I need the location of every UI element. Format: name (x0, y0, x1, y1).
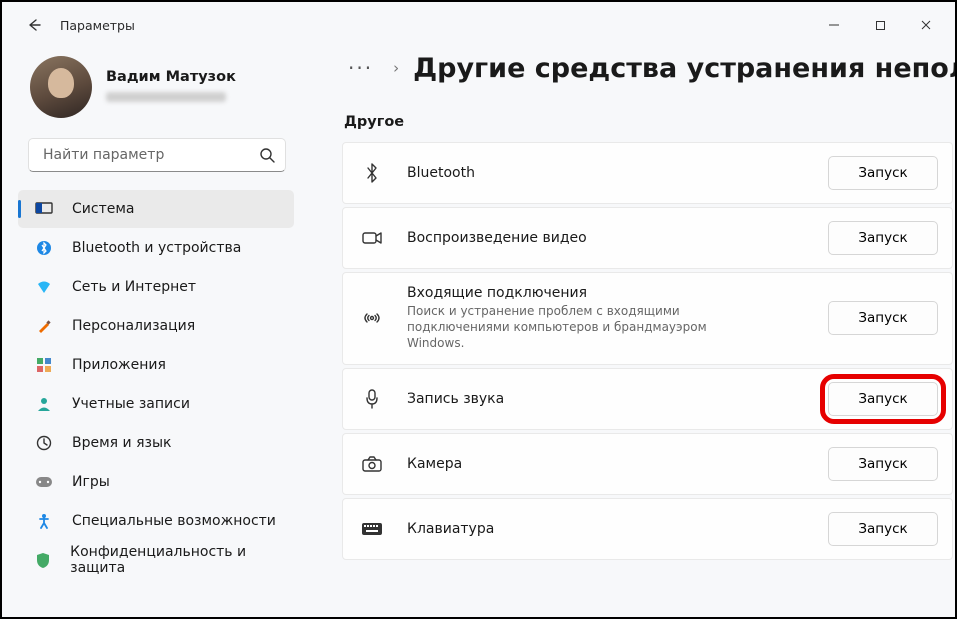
run-button[interactable]: Запуск (828, 221, 938, 255)
privacy-icon (34, 550, 52, 570)
sidebar-item-bluetooth[interactable]: Bluetooth и устройства (18, 229, 294, 267)
close-icon (920, 19, 932, 31)
sidebar: Вадим Матузок Система Bluetooth и устрой… (2, 48, 312, 617)
titlebar: Параметры (2, 2, 955, 48)
sidebar-item-accessibility[interactable]: Специальные возможности (18, 502, 294, 540)
card-title: Входящие подключения (407, 285, 828, 301)
gaming-icon (34, 472, 54, 492)
search-input[interactable] (41, 146, 259, 164)
maximize-icon (875, 20, 886, 31)
sidebar-item-apps[interactable]: Приложения (18, 346, 294, 384)
camera-icon (359, 456, 385, 472)
sidebar-item-gaming[interactable]: Игры (18, 463, 294, 501)
system-icon (34, 199, 54, 219)
sidebar-item-label: Персонализация (72, 318, 195, 334)
apps-icon (34, 355, 54, 375)
sidebar-item-label: Конфиденциальность и защита (70, 544, 284, 576)
run-button[interactable]: Запуск (828, 301, 938, 335)
troubleshooter-incoming-connections: Входящие подключения Поиск и устранение … (342, 272, 953, 365)
sidebar-item-label: Система (72, 201, 134, 217)
page-title: Другие средства устранения неполадок (413, 53, 955, 84)
video-icon (359, 231, 385, 245)
card-title: Клавиатура (407, 521, 828, 537)
run-button[interactable]: Запуск (828, 512, 938, 546)
minimize-button[interactable] (811, 5, 857, 45)
sidebar-item-system[interactable]: Система (18, 190, 294, 228)
app-title: Параметры (60, 18, 135, 33)
sidebar-item-accounts[interactable]: Учетные записи (18, 385, 294, 423)
sidebar-item-label: Время и язык (72, 435, 171, 451)
card-description: Поиск и устранение проблем с входящими п… (407, 303, 767, 352)
breadcrumb: ··· › Другие средства устранения неполад… (342, 52, 955, 84)
maximize-button[interactable] (857, 5, 903, 45)
avatar (30, 56, 92, 118)
keyboard-icon (359, 522, 385, 536)
microphone-icon (359, 389, 385, 409)
sidebar-item-privacy[interactable]: Конфиденциальность и защита (18, 541, 294, 579)
search-icon (259, 147, 275, 163)
back-button[interactable] (18, 9, 50, 41)
sidebar-item-personalization[interactable]: Персонализация (18, 307, 294, 345)
profile[interactable]: Вадим Матузок (2, 48, 304, 134)
accounts-icon (34, 394, 54, 414)
main-content: ··· › Другие средства устранения неполад… (312, 48, 955, 617)
sidebar-item-label: Сеть и Интернет (72, 279, 196, 295)
troubleshooter-audio-recording: Запись звука Запуск (342, 368, 953, 430)
sidebar-item-label: Игры (72, 474, 110, 490)
section-header-other: Другое (344, 114, 955, 130)
card-title: Воспроизведение видео (407, 230, 828, 246)
sidebar-item-time-language[interactable]: Время и язык (18, 424, 294, 462)
troubleshooter-list: Bluetooth Запуск Воспроизведение видео З… (342, 142, 955, 560)
sidebar-item-network[interactable]: Сеть и Интернет (18, 268, 294, 306)
window-controls (811, 5, 949, 45)
bluetooth-icon (359, 163, 385, 183)
highlighted-run-button: Запуск (828, 382, 938, 416)
network-icon (34, 277, 54, 297)
arrow-left-icon (26, 17, 42, 33)
run-button[interactable]: Запуск (828, 447, 938, 481)
accessibility-icon (34, 511, 54, 531)
sidebar-item-label: Bluetooth и устройства (72, 240, 241, 256)
sidebar-item-label: Учетные записи (72, 396, 190, 412)
profile-email (106, 92, 226, 102)
minimize-icon (828, 19, 840, 31)
profile-name: Вадим Матузок (106, 68, 236, 87)
card-title: Bluetooth (407, 165, 828, 181)
sidebar-item-label: Специальные возможности (72, 513, 276, 529)
troubleshooter-video-playback: Воспроизведение видео Запуск (342, 207, 953, 269)
troubleshooter-keyboard: Клавиатура Запуск (342, 498, 953, 560)
troubleshooter-bluetooth: Bluetooth Запуск (342, 142, 953, 204)
close-button[interactable] (903, 5, 949, 45)
signal-icon (359, 309, 385, 327)
personalize-icon (34, 316, 54, 336)
search-box[interactable] (28, 138, 286, 172)
troubleshooter-camera: Камера Запуск (342, 433, 953, 495)
card-title: Камера (407, 456, 828, 472)
sidebar-item-label: Приложения (72, 357, 166, 373)
sidebar-nav: Система Bluetooth и устройства Сеть и Ин… (2, 190, 304, 584)
card-title: Запись звука (407, 391, 828, 407)
chevron-right-icon: › (393, 59, 399, 77)
breadcrumb-more-button[interactable]: ··· (342, 52, 379, 84)
time-icon (34, 433, 54, 453)
run-button[interactable]: Запуск (828, 382, 938, 416)
run-button[interactable]: Запуск (828, 156, 938, 190)
bluetooth-icon (34, 238, 54, 258)
